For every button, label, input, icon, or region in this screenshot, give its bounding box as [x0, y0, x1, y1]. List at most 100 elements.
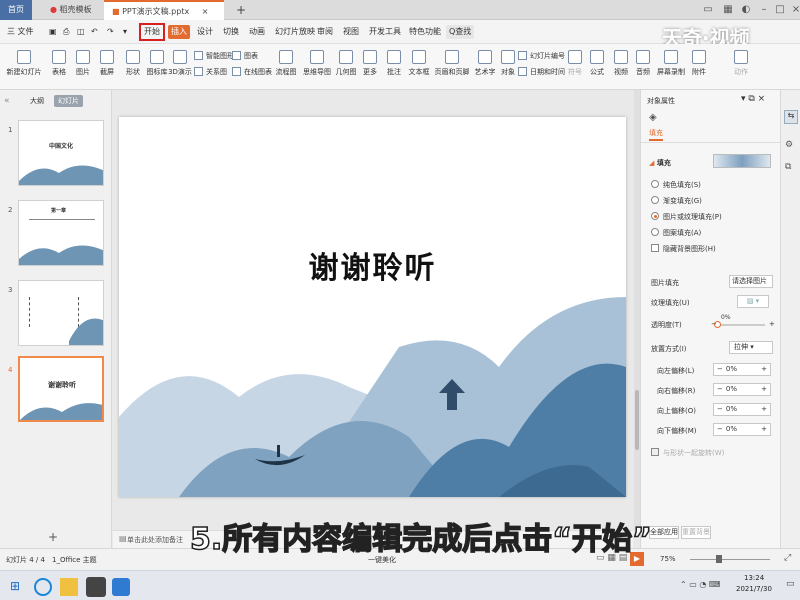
plus-icon[interactable]: + [761, 424, 770, 435]
comment-button[interactable]: 批注 [384, 50, 404, 77]
picture-button[interactable]: 图片 [72, 50, 94, 77]
radio-solid[interactable] [651, 180, 659, 188]
placement-select[interactable]: 拉伸 ▾ [729, 341, 773, 354]
header-footer-button[interactable]: 页眉和页脚 [434, 50, 470, 77]
geometry-button[interactable]: 几何图 [334, 50, 358, 77]
plus-icon[interactable]: + [761, 364, 770, 375]
slide-thumbnail-1[interactable]: 中国文化 [18, 120, 104, 186]
minus-icon[interactable]: − [714, 425, 726, 433]
shape-button[interactable]: 形状 [122, 50, 144, 77]
menu-special[interactable]: 特色功能 [406, 25, 444, 39]
tray-icons[interactable]: ⌃ ▭ ◔ ⌨ [680, 580, 720, 589]
tab-outline[interactable]: 大纲 [30, 96, 44, 106]
notification-icon[interactable]: ▭ [786, 579, 795, 589]
transparency-slider[interactable] [714, 321, 765, 328]
plus-icon[interactable]: + [761, 404, 770, 415]
offset-up-spinner[interactable]: −0% + [713, 403, 771, 416]
symbol-button[interactable]: 符号 [566, 50, 584, 77]
preview-icon[interactable]: ◫ [74, 25, 88, 39]
relation-button[interactable]: 关系图 [194, 66, 227, 78]
smart-graphic-button[interactable]: 智能图形 [194, 50, 234, 62]
more-button[interactable]: 更多 [360, 50, 380, 77]
datetime-button[interactable]: 日期和时间 [518, 66, 565, 78]
fit-icon[interactable]: ⤢ [784, 553, 791, 563]
texture-select[interactable]: ▨ ▾ [737, 295, 769, 308]
menu-devtools[interactable]: 开发工具 [366, 25, 404, 39]
copy-icon[interactable]: ⧉ [785, 162, 791, 172]
panel-menu-icon[interactable]: ▾ ⧉ × [741, 94, 765, 104]
pic-fill-select[interactable]: 请选择图片 [729, 275, 773, 288]
minimize-icon[interactable]: – [756, 2, 772, 18]
slide-thumbnail-4[interactable]: 谢谢聆听 [18, 356, 104, 422]
grid-icon[interactable]: ▦ [720, 2, 736, 18]
more-icon[interactable]: ▾ [120, 25, 130, 39]
slide-title[interactable]: 谢谢聆听 [119, 243, 626, 287]
object-button[interactable]: 对象 [498, 50, 518, 77]
rotate-checkbox[interactable] [651, 448, 659, 456]
plus-icon[interactable]: + [769, 320, 775, 328]
fill-bucket-icon[interactable]: ◈ [649, 112, 657, 123]
3d-button[interactable]: 3D演示 [168, 50, 192, 77]
scrollbar-thumb[interactable] [635, 390, 639, 450]
action-button[interactable]: 动作 [732, 50, 750, 77]
menu-view[interactable]: 视图 [340, 25, 362, 39]
chart-button[interactable]: 图表 [232, 50, 258, 62]
windows-start-icon[interactable]: ⊞ [10, 579, 20, 593]
avatar[interactable]: ◐ [738, 2, 754, 18]
slide-thumbnail-2[interactable]: 第一章 [18, 200, 104, 266]
radio-picture[interactable] [651, 212, 659, 220]
fill-preview-dropdown[interactable] [713, 154, 771, 168]
screen-record-button[interactable]: 屏幕录制 [656, 50, 686, 77]
minus-icon[interactable]: − [714, 405, 726, 413]
hide-bg-checkbox[interactable] [651, 244, 659, 252]
search-input[interactable]: Q查找 [446, 25, 475, 39]
video-button[interactable]: 视频 [612, 50, 630, 77]
minus-icon[interactable]: − [714, 365, 726, 373]
tab-fill[interactable]: 填充 [649, 128, 663, 141]
menu-file[interactable]: 三 文件 [4, 25, 37, 39]
browser-icon[interactable] [34, 578, 52, 596]
save-icon[interactable]: ▣ [46, 25, 60, 39]
add-slide-button[interactable]: + [48, 530, 58, 544]
iconlib-button[interactable]: 图标库 [146, 50, 168, 77]
screenshot-button[interactable]: 截屏 [96, 50, 118, 77]
folder-icon[interactable] [60, 578, 78, 596]
offset-left-spinner[interactable]: −0% + [713, 363, 771, 376]
radio-gradient[interactable] [651, 196, 659, 204]
tab-slides[interactable]: 幻灯片 [54, 95, 83, 107]
menu-design[interactable]: 设计 [194, 25, 216, 39]
tab-document[interactable]: ■ PPT演示文稿.pptx × [104, 0, 224, 20]
reset-bg-button[interactable]: 重置背景 [681, 526, 711, 539]
menu-start[interactable]: 开始 [139, 23, 165, 41]
new-slide-button[interactable]: 新建幻灯片 [4, 50, 44, 77]
collapse-icon[interactable]: « [4, 96, 10, 106]
properties-icon[interactable]: ⇆ [784, 110, 798, 124]
app-icon[interactable] [86, 577, 106, 597]
zoom-slider[interactable] [690, 559, 770, 560]
slide-canvas[interactable]: 谢谢聆听 [119, 117, 626, 497]
window-close-icon[interactable]: × [788, 2, 800, 18]
slide-number-button[interactable]: 幻灯片编号 [518, 50, 565, 62]
fill-header[interactable]: ◢ 填充 [649, 158, 671, 168]
formula-button[interactable]: 公式 [588, 50, 606, 77]
mindmap-button[interactable]: 思维导图 [302, 50, 332, 77]
audio-button[interactable]: 音频 [634, 50, 652, 77]
flowchart-button[interactable]: 流程图 [274, 50, 298, 77]
table-button[interactable]: 表格 [48, 50, 70, 77]
minus-icon[interactable]: − [714, 385, 726, 393]
menu-insert[interactable]: 插入 [168, 25, 190, 39]
menu-animation[interactable]: 动画 [246, 25, 268, 39]
online-chart-button[interactable]: 在线图表 [232, 66, 272, 78]
wps-icon[interactable] [112, 578, 130, 596]
zoom-level[interactable]: 75% [660, 555, 676, 563]
notes-placeholder[interactable]: 单击此处添加备注 [127, 535, 183, 545]
print-icon[interactable]: ⎙ [60, 25, 72, 39]
menu-review[interactable]: 审阅 [314, 25, 336, 39]
tab-home[interactable]: 首页 [0, 0, 32, 20]
zoom-handle[interactable] [716, 555, 722, 563]
slide-thumbnail-3[interactable] [18, 280, 104, 346]
menu-slideshow[interactable]: 幻灯片放映 [272, 25, 318, 39]
tab-template[interactable]: ● 稻壳模板 [42, 0, 100, 20]
radio-pattern[interactable] [651, 228, 659, 236]
minus-icon[interactable]: − [711, 320, 717, 328]
